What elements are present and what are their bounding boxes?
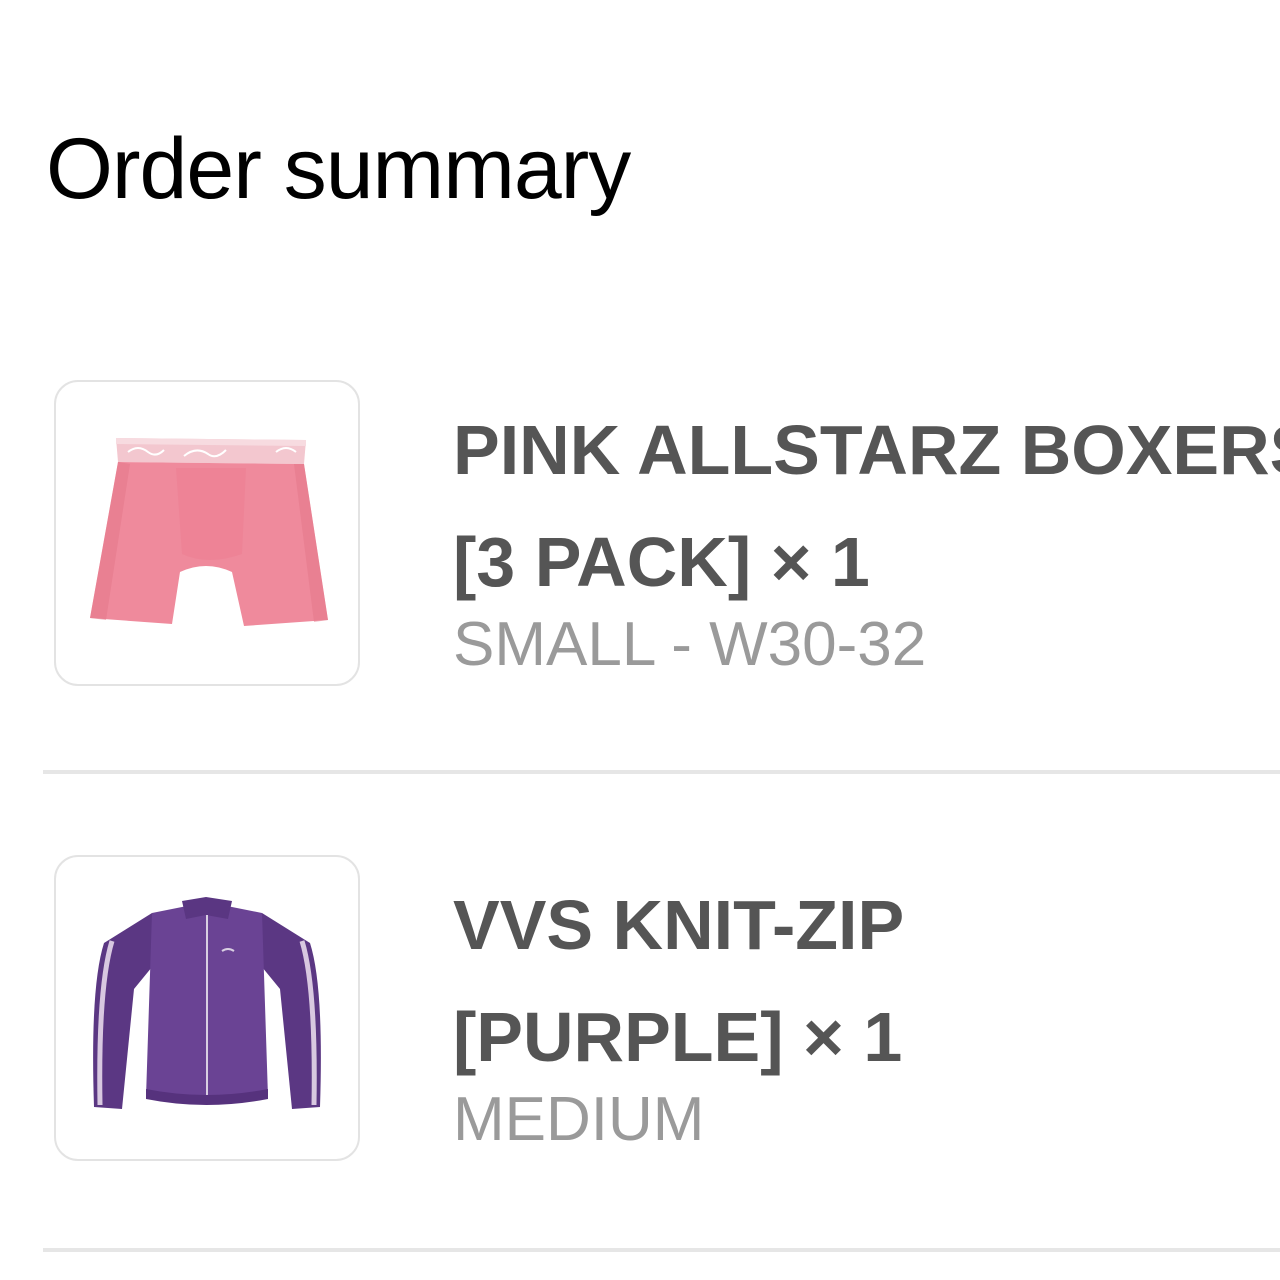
pink-boxer-shorts-image bbox=[90, 438, 328, 626]
item-divider bbox=[43, 1248, 1280, 1252]
item-divider bbox=[43, 770, 1280, 774]
purple-zip-jacket-image bbox=[93, 897, 321, 1109]
product-name-line-2: [3 PACK] × 1 bbox=[453, 523, 870, 601]
product-thumbnail[interactable] bbox=[54, 380, 360, 686]
product-name[interactable]: PINK ALLSTARZ BOXERS [3 PACK] × 1 bbox=[453, 394, 1280, 618]
product-variant: SMALL - W30-32 bbox=[453, 610, 927, 679]
product-name-line-2: [PURPLE] × 1 bbox=[453, 998, 903, 1076]
product-name[interactable]: VVS KNIT-ZIP [PURPLE] × 1 bbox=[453, 869, 1280, 1093]
product-thumbnail[interactable] bbox=[54, 855, 360, 1161]
order-summary-page: Order summary PINK ALLSTARZ BOXERS [3 PA… bbox=[0, 0, 1280, 1280]
product-name-line-1: PINK ALLSTARZ BOXERS bbox=[453, 411, 1280, 489]
product-name-line-1: VVS KNIT-ZIP bbox=[453, 886, 905, 964]
page-title: Order summary bbox=[46, 121, 631, 217]
product-variant: MEDIUM bbox=[453, 1085, 705, 1154]
